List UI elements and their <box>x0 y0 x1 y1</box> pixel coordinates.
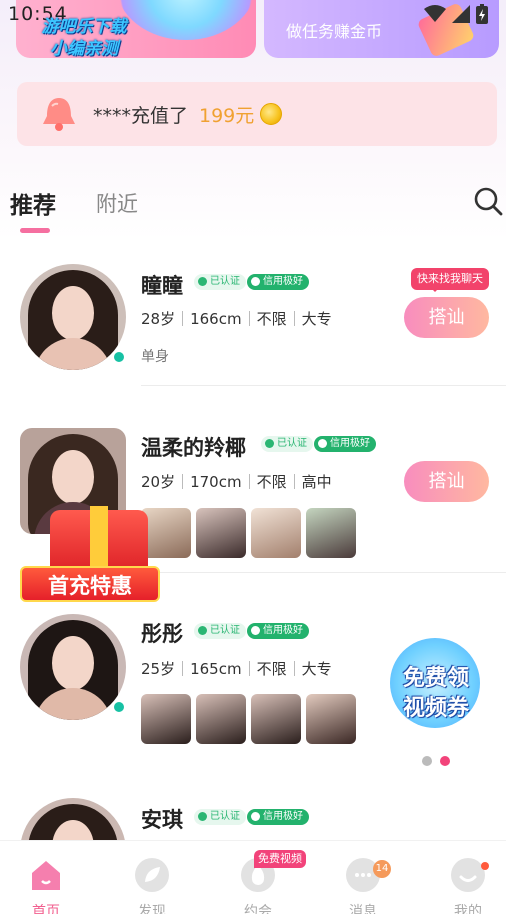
pager-dot-active[interactable] <box>440 756 450 766</box>
wifi-icon <box>424 5 446 22</box>
online-indicator <box>112 350 126 364</box>
watermark: 游吧乐下载 小编亲测 <box>14 16 154 60</box>
nav-home-label: 首页 <box>32 904 60 914</box>
discover-icon <box>135 858 169 892</box>
profile-height: 165cm <box>190 659 242 678</box>
photo-thumbnail[interactable] <box>141 508 191 558</box>
profile-info: 20岁 170cm 不限 高中 <box>141 471 332 492</box>
photo-thumbnail[interactable] <box>251 694 301 744</box>
profile-info: 28岁 166cm 不限 大专 <box>141 308 332 329</box>
first-recharge-promo[interactable]: 首充特惠 <box>20 506 160 604</box>
divider <box>141 385 506 386</box>
profile-education: 高中 <box>301 473 332 491</box>
profile-height: 166cm <box>190 309 242 328</box>
profile-age: 20岁 <box>141 473 176 491</box>
watermark-line2: 小编亲测 <box>50 39 118 59</box>
photo-thumbnail[interactable] <box>306 508 356 558</box>
credit-badge: 信用极好 <box>247 274 309 290</box>
tab-recommend[interactable]: 推荐 <box>10 186 56 220</box>
profile-education: 大专 <box>301 660 332 678</box>
profile-location: 不限 <box>256 473 287 491</box>
photo-thumbnail[interactable] <box>196 508 246 558</box>
greet-button[interactable]: 搭讪 <box>404 461 489 502</box>
search-icon[interactable] <box>473 186 503 216</box>
pager-dot[interactable] <box>422 756 432 766</box>
bell-icon <box>43 98 75 131</box>
recharge-text: ****充值了 <box>93 105 189 127</box>
bottom-nav: 首页 发现 约会 消息 我的 <box>0 840 506 914</box>
nav-messages-label: 消息 <box>349 904 377 914</box>
carousel-pager <box>422 756 450 766</box>
profile-education: 大专 <box>301 310 332 328</box>
relationship-status: 单身 <box>141 349 169 365</box>
tab-indicator <box>20 228 50 233</box>
free-video-coupon-promo[interactable]: 免费领 视频券 <box>384 638 488 738</box>
verified-badge: 已认证 <box>194 274 246 290</box>
photo-strip <box>141 508 356 558</box>
recharge-notice: ****充值了 199元 <box>17 82 497 146</box>
notification-dot <box>481 862 489 870</box>
profile-name: 瞳瞳 <box>141 274 183 298</box>
photo-thumbnail[interactable] <box>251 508 301 558</box>
recharge-amount: 199元 <box>199 105 255 127</box>
first-recharge-label: 首充特惠 <box>20 566 160 602</box>
credit-badge: 信用极好 <box>247 623 309 639</box>
profile-name: 彤彤 <box>141 622 183 646</box>
profile-info: 25岁 165cm 不限 大专 <box>141 658 332 679</box>
avatar-image <box>20 614 126 720</box>
profile-icon <box>451 858 485 892</box>
profile-location: 不限 <box>256 310 287 328</box>
free-video-line1: 免费领 <box>402 666 469 691</box>
profile-name: 温柔的羚椰 <box>141 436 246 460</box>
nav-discover-label: 发现 <box>138 904 166 914</box>
photo-thumbnail[interactable] <box>141 694 191 744</box>
chat-tip: 快来找我聊天 <box>411 268 489 292</box>
free-video-line2: 视频券 <box>402 696 469 721</box>
verified-badge: 已认证 <box>261 436 313 452</box>
profile-height: 170cm <box>190 472 242 491</box>
nav-date-label: 约会 <box>244 904 272 914</box>
divider <box>141 572 506 573</box>
profile-age: 25岁 <box>141 660 176 678</box>
tab-nearby[interactable]: 附近 <box>96 188 138 218</box>
avatar[interactable] <box>20 264 126 370</box>
coin-icon <box>260 103 282 125</box>
verified-badge: 已认证 <box>194 809 246 825</box>
profile-location: 不限 <box>256 660 287 678</box>
watermark-line1: 游吧乐下载 <box>41 17 127 37</box>
online-indicator <box>112 700 126 714</box>
credit-badge: 信用极好 <box>314 436 376 452</box>
verified-badge: 已认证 <box>194 623 246 639</box>
profile-name: 安琪 <box>141 808 183 832</box>
free-video-coupon-label: 免费领 视频券 <box>384 664 488 724</box>
avatar[interactable] <box>20 614 126 720</box>
signal-icon <box>452 5 470 23</box>
free-video-tag: 免费视频 <box>254 850 306 868</box>
credit-badge: 信用极好 <box>247 809 309 825</box>
photo-thumbnail[interactable] <box>196 694 246 744</box>
avatar-image <box>20 264 126 370</box>
photo-strip <box>141 694 356 744</box>
profile-age: 28岁 <box>141 310 176 328</box>
unread-count-badge: 14 <box>373 860 391 878</box>
battery-icon <box>476 4 488 24</box>
photo-thumbnail[interactable] <box>306 694 356 744</box>
status-icons <box>424 4 488 24</box>
nav-profile-label: 我的 <box>454 904 482 914</box>
home-icon <box>32 861 60 890</box>
greet-button[interactable]: 搭讪 <box>404 297 489 338</box>
